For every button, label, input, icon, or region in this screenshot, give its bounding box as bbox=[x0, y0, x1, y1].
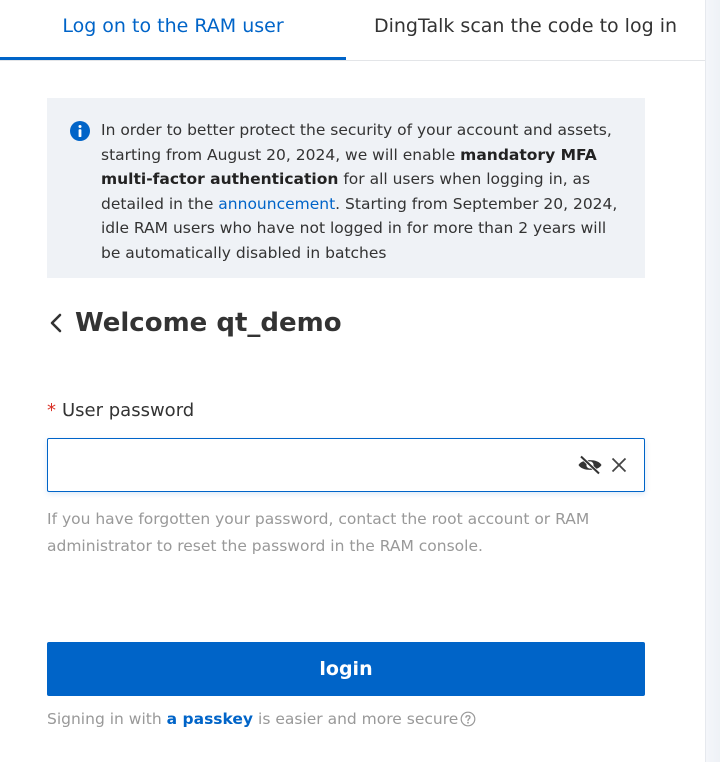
password-input[interactable] bbox=[48, 439, 568, 491]
tab-dingtalk[interactable]: DingTalk scan the code to log in bbox=[346, 0, 705, 60]
password-field bbox=[47, 438, 645, 492]
background-edge bbox=[705, 0, 720, 762]
login-button[interactable]: login bbox=[47, 642, 645, 696]
question-circle-icon[interactable] bbox=[460, 711, 476, 727]
password-hint: If you have forgotten your password, con… bbox=[47, 510, 590, 555]
chevron-left-icon[interactable] bbox=[47, 311, 65, 335]
notice-text: In order to better protect the security … bbox=[101, 121, 618, 262]
security-notice: In order to better protect the security … bbox=[47, 98, 645, 278]
login-panel: Log on to the RAM user DingTalk scan the… bbox=[0, 0, 705, 762]
close-icon[interactable] bbox=[611, 457, 627, 473]
tab-ram-user[interactable]: Log on to the RAM user bbox=[0, 0, 346, 60]
passkey-hint: Signing in with a passkey is easier and … bbox=[47, 710, 476, 728]
announcement-link[interactable]: announcement bbox=[218, 195, 335, 213]
info-icon bbox=[70, 121, 90, 141]
login-tabs: Log on to the RAM user DingTalk scan the… bbox=[0, 0, 705, 61]
welcome-title: Welcome qt_demo bbox=[75, 308, 342, 338]
welcome-heading: Welcome qt_demo bbox=[47, 302, 342, 344]
eye-slash-icon[interactable] bbox=[577, 455, 603, 475]
required-mark: * bbox=[47, 400, 56, 421]
passkey-link[interactable]: a passkey bbox=[167, 710, 253, 728]
password-label: * User password bbox=[47, 400, 195, 421]
